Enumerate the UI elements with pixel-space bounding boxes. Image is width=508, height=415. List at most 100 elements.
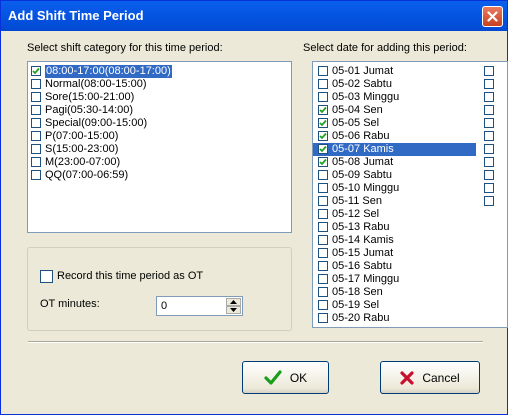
item-checkbox[interactable]	[318, 313, 328, 323]
item-checkbox[interactable]	[318, 261, 328, 271]
item-checkbox[interactable]	[484, 79, 494, 89]
item-checkbox[interactable]	[318, 170, 328, 180]
item-checkbox[interactable]	[318, 66, 328, 76]
checkmark-icon	[319, 106, 327, 114]
ot-checkbox[interactable]	[40, 270, 53, 283]
item-checkbox[interactable]	[484, 118, 494, 128]
shift-category-list[interactable]: 08:00-17:00(08:00-17:00) Normal(08:00-15:…	[27, 61, 292, 233]
ot-group	[27, 247, 292, 331]
date-label: Select date for adding this period:	[303, 42, 467, 54]
item-checkbox[interactable]	[31, 79, 41, 89]
red-x-icon	[400, 370, 414, 385]
item-label: QQ(07:00-06:59)	[45, 169, 129, 181]
item-checkbox[interactable]	[318, 274, 328, 284]
item-label: M(23:00-07:00)	[45, 156, 121, 168]
ot-checkbox-label[interactable]: Record this time period as OT	[57, 270, 203, 282]
item-label: 05-13 Rabu	[332, 221, 390, 233]
date-list-item[interactable]: 05-04 Sen	[313, 104, 476, 117]
ot-minutes-label: OT minutes:	[40, 298, 100, 310]
date-list-item[interactable]: 05-07 Kamis	[313, 143, 476, 156]
date-list-item[interactable]: 05-06 Rabu	[313, 130, 476, 143]
item-label: 05-01 Jumat	[332, 65, 394, 77]
item-checkbox[interactable]	[31, 170, 41, 180]
item-checkbox[interactable]	[31, 157, 41, 167]
item-label: 05-06 Rabu	[332, 130, 390, 142]
checkmark-icon	[319, 145, 327, 153]
close-button[interactable]	[482, 6, 503, 27]
item-label: Normal(08:00-15:00)	[45, 78, 147, 90]
item-checkbox[interactable]	[318, 105, 328, 115]
item-label: 05-09 Sabtu	[332, 169, 392, 181]
item-checkbox[interactable]	[484, 105, 494, 115]
item-label: 05-12 Sel	[332, 208, 380, 220]
spin-up-button[interactable]	[226, 298, 241, 306]
item-checkbox[interactable]	[318, 209, 328, 219]
item-checkbox[interactable]	[31, 66, 41, 76]
date-list-item[interactable]: 05-09 Sabtu	[313, 169, 476, 182]
green-check-icon	[264, 369, 282, 385]
item-checkbox[interactable]	[318, 157, 328, 167]
item-checkbox[interactable]	[484, 66, 494, 76]
item-label: Special(09:00-15:00)	[45, 117, 148, 129]
item-label: 05-19 Sel	[332, 299, 380, 311]
item-checkbox[interactable]	[31, 131, 41, 141]
item-label: Sore(15:00-21:00)	[45, 91, 135, 103]
date-list-item[interactable]: 05-14 Kamis	[313, 234, 476, 247]
window-title: Add Shift Time Period	[8, 8, 144, 23]
checkmark-icon	[319, 119, 327, 127]
item-checkbox[interactable]	[484, 196, 494, 206]
item-label: 05-03 Minggu	[332, 91, 400, 103]
item-checkbox[interactable]	[484, 92, 494, 102]
item-checkbox[interactable]	[31, 105, 41, 115]
date-list-item[interactable]: 05-18 Sen	[313, 286, 476, 299]
date-list-item[interactable]: 05-01 Jumat	[313, 65, 476, 78]
item-checkbox[interactable]	[318, 235, 328, 245]
ok-label: OK	[289, 370, 308, 385]
item-checkbox[interactable]	[484, 183, 494, 193]
item-checkbox[interactable]	[318, 131, 328, 141]
date-list-item[interactable]: 05-13 Rabu	[313, 221, 476, 234]
date-list-item[interactable]: 05-10 Minggu	[313, 182, 476, 195]
cancel-button[interactable]: Cancel	[380, 361, 480, 394]
date-list-item[interactable]: 05-12 Sel	[313, 208, 476, 221]
item-checkbox[interactable]	[31, 144, 41, 154]
spin-down-button[interactable]	[226, 306, 241, 314]
checkmark-icon	[319, 158, 327, 166]
date-list-item[interactable]: 05-11 Sen	[313, 195, 476, 208]
item-label: 05-05 Sel	[332, 117, 380, 129]
ot-minutes-value: 0	[161, 300, 168, 312]
date-list-item[interactable]: 05-08 Jumat	[313, 156, 476, 169]
close-icon	[487, 11, 498, 22]
date-list[interactable]: 05-01 Jumat 05-02 Sabtu 05-03 Minggu 05-04 …	[312, 61, 508, 328]
item-checkbox[interactable]	[484, 157, 494, 167]
item-checkbox[interactable]	[318, 300, 328, 310]
date-list-item[interactable]: 05-16 Sabtu	[313, 260, 476, 273]
title-bar[interactable]: Add Shift Time Period	[1, 1, 507, 31]
item-label: 05-14 Kamis	[332, 234, 394, 246]
date-list-item[interactable]: 05-19 Sel	[313, 299, 476, 312]
item-checkbox[interactable]	[484, 131, 494, 141]
item-checkbox[interactable]	[318, 92, 328, 102]
item-checkbox[interactable]	[31, 92, 41, 102]
item-checkbox[interactable]	[318, 222, 328, 232]
item-checkbox[interactable]	[318, 196, 328, 206]
item-checkbox[interactable]	[318, 183, 328, 193]
item-checkbox[interactable]	[318, 144, 328, 154]
date-list-item[interactable]: 05-20 Rabu	[313, 312, 476, 325]
arrow-up-icon	[230, 300, 237, 304]
item-checkbox[interactable]	[318, 287, 328, 297]
item-checkbox[interactable]	[484, 170, 494, 180]
item-checkbox[interactable]	[318, 248, 328, 258]
date-list-item[interactable]: 05-02 Sabtu	[313, 78, 476, 91]
item-checkbox[interactable]	[318, 118, 328, 128]
ot-minutes-stepper[interactable]: 0	[156, 296, 243, 316]
arrow-down-icon	[230, 308, 237, 312]
ok-button[interactable]: OK	[242, 361, 329, 394]
date-list-item[interactable]: 05-05 Sel	[313, 117, 476, 130]
item-checkbox[interactable]	[31, 118, 41, 128]
date-list-item[interactable]: 05-15 Jumat	[313, 247, 476, 260]
item-checkbox[interactable]	[318, 79, 328, 89]
item-checkbox[interactable]	[484, 144, 494, 154]
date-list-item[interactable]: 05-03 Minggu	[313, 91, 476, 104]
date-list-item[interactable]: 05-17 Minggu	[313, 273, 476, 286]
